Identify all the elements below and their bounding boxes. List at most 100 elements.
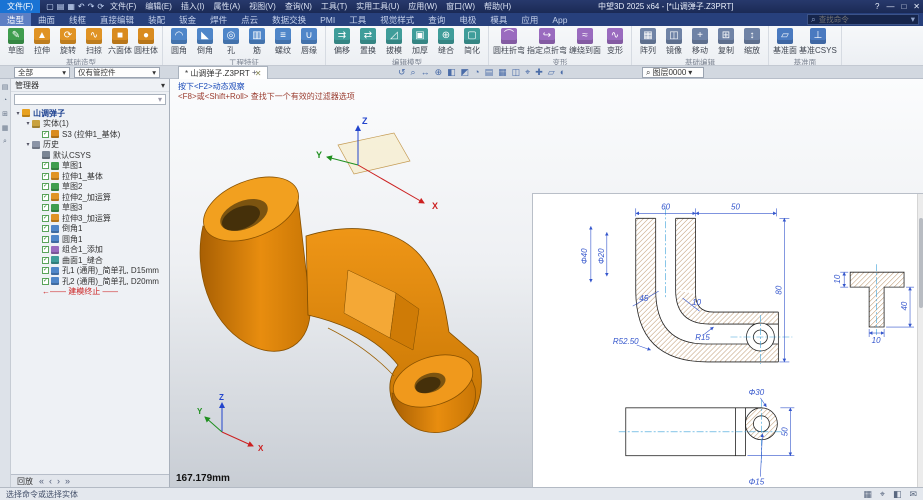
save-icon[interactable]: ▦ xyxy=(67,0,75,13)
manager-filter-box[interactable]: ▾ xyxy=(14,94,166,105)
ribbon-item-rib[interactable]: ▥ 筋 xyxy=(244,27,270,56)
scope-filter-combo[interactable]: 仅有管控件 ▾ xyxy=(74,67,160,78)
play-last-icon[interactable]: » xyxy=(65,476,70,486)
expander-icon[interactable]: ▾ xyxy=(14,110,22,117)
manager-tab-icon[interactable]: ▤ xyxy=(2,83,9,91)
ribbon-item-thicken[interactable]: ▣ 加厚 xyxy=(407,27,433,56)
history-tab-icon[interactable]: ◔ xyxy=(3,97,7,104)
section-view-icon[interactable]: ▤ xyxy=(485,66,494,79)
menu-帮助(H)[interactable]: 帮助(H) xyxy=(484,1,511,12)
orbit-icon[interactable]: ↺ xyxy=(398,66,406,79)
ribbon-tab-线框[interactable]: 线框 xyxy=(62,13,93,26)
play-back-icon[interactable]: ‹ xyxy=(49,476,52,486)
ribbon-item-chamfer[interactable]: ◣ 倒角 xyxy=(192,27,218,56)
checkbox-checked-icon[interactable]: ✓ xyxy=(42,225,49,233)
menu-应用(W)[interactable]: 应用(W) xyxy=(408,1,437,12)
ribbon-tab-装配[interactable]: 装配 xyxy=(141,13,172,26)
new-file-icon[interactable]: ▢ xyxy=(46,0,54,13)
ribbon-item-datum-plane[interactable]: ▱ 基准面 xyxy=(772,27,798,56)
ribbon-item-revolve[interactable]: ⟳ 旋转 xyxy=(55,27,81,56)
find-tab-icon[interactable]: ⌕ xyxy=(3,138,7,146)
tree-root[interactable]: ▾ 山调弹子 xyxy=(11,108,169,119)
plane-display-icon[interactable]: ▱ xyxy=(548,66,555,79)
search-input[interactable] xyxy=(818,15,908,24)
entity-filter-combo[interactable]: 全部 ▾ xyxy=(14,67,70,78)
drawing-scrollbar[interactable] xyxy=(917,194,923,487)
new-tab-button[interactable]: + xyxy=(252,68,257,77)
grid-toggle-icon[interactable]: ▦ xyxy=(863,489,872,499)
display-toggle-icon[interactable]: ◧ xyxy=(893,489,902,499)
manager-options-icon[interactable]: ▾ xyxy=(161,81,165,90)
multi-view-icon[interactable]: ◫ xyxy=(512,66,521,79)
history-folder[interactable]: ▾ 历史 xyxy=(11,140,169,151)
ribbon-tab-查询[interactable]: 查询 xyxy=(421,13,452,26)
checkbox-checked-icon[interactable]: ✓ xyxy=(42,214,49,222)
checkbox-checked-icon[interactable]: ✓ xyxy=(42,256,49,264)
hole-item[interactable]: ✓ 孔2 (通用)_简单孔, D20mm xyxy=(11,276,169,287)
ribbon-item-scale[interactable]: ↕ 缩放 xyxy=(739,27,765,56)
close-icon[interactable]: ✕ xyxy=(913,0,920,13)
ribbon-item-offset[interactable]: ⇉ 偏移 xyxy=(329,27,355,56)
sketch-item[interactable]: ✓ 草图1 xyxy=(11,161,169,172)
ribbon-item-cylindrical-bend[interactable]: ⌒ 圆柱折弯 xyxy=(492,27,526,56)
help-icon[interactable]: ? xyxy=(875,0,879,13)
undo-icon[interactable]: ↶ xyxy=(78,0,85,13)
feature-item[interactable]: ✓ 组合1_添加 xyxy=(11,245,169,256)
layer-tab-icon[interactable]: ▦ xyxy=(2,124,9,132)
viewport-3d[interactable]: 按下<F2>动态观察 <F8>或<Shift+Roll> 查找下一个有效的过滤器… xyxy=(170,79,923,487)
ribbon-item-box[interactable]: ■ 六面体 xyxy=(107,27,133,56)
ribbon-tab-电极[interactable]: 电极 xyxy=(452,13,483,26)
ribbon-item-cylinder[interactable]: ● 圆柱体 xyxy=(133,27,159,56)
ribbon-tab-视觉样式[interactable]: 视觉样式 xyxy=(373,13,421,26)
checkbox-checked-icon[interactable]: ✓ xyxy=(42,183,49,191)
target-point-icon[interactable]: ⌖ xyxy=(525,66,530,79)
ribbon-tab-造型[interactable]: 造型 xyxy=(0,13,32,26)
checkbox-checked-icon[interactable]: ✓ xyxy=(42,235,49,243)
pick-filter-icon[interactable]: ⌖ xyxy=(880,489,885,499)
ribbon-item-sew[interactable]: ⊕ 缝合 xyxy=(433,27,459,56)
feature-item[interactable]: ✓ 曲面1_缝合 xyxy=(11,255,169,266)
drawing-panel[interactable]: 60 50 Φ40 Φ20 45 10 80 R52.50 R15 10 40 … xyxy=(532,193,923,487)
ribbon-item-lip[interactable]: ∪ 唇缘 xyxy=(296,27,322,56)
ribbon-tab-工具[interactable]: 工具 xyxy=(342,13,373,26)
ribbon-item-fillet[interactable]: ◠ 圆角 xyxy=(166,27,192,56)
ribbon-tab-钣金[interactable]: 钣金 xyxy=(172,13,203,26)
scrollbar-thumb[interactable] xyxy=(918,218,923,308)
menu-属性(A)[interactable]: 属性(A) xyxy=(213,1,240,12)
layer-combo[interactable]: ⌕ 图层0000 ▾ xyxy=(642,67,704,78)
menu-文件(F)[interactable]: 文件(F) xyxy=(110,1,136,12)
sketch-item[interactable]: ✓ 草图3 xyxy=(11,203,169,214)
ribbon-item-sweep[interactable]: ∿ 扫掠 xyxy=(81,27,107,56)
menu-实用工具(U)[interactable]: 实用工具(U) xyxy=(356,1,399,12)
datum-plane[interactable] xyxy=(337,132,411,175)
feature-item[interactable]: ✓ 圆角1 xyxy=(11,234,169,245)
wireframe-icon[interactable]: ◩ xyxy=(461,66,470,79)
command-search[interactable]: ⌕ ▾ xyxy=(807,14,919,25)
shade-mode-icon[interactable]: ◧ xyxy=(447,66,456,79)
ribbon-item-replace[interactable]: ⇄ 置换 xyxy=(355,27,381,56)
csys-item[interactable]: 默认CSYS xyxy=(11,150,169,161)
ribbon-item-morph[interactable]: ∿ 变形 xyxy=(602,27,628,56)
ribbon-tab-模具[interactable]: 模具 xyxy=(483,13,514,26)
ribbon-item-simplify[interactable]: ▢ 简化 xyxy=(459,27,485,56)
ribbon-item-draft[interactable]: ◿ 拔模 xyxy=(381,27,407,56)
play-first-icon[interactable]: « xyxy=(39,476,44,486)
menu-插入(I)[interactable]: 插入(I) xyxy=(181,1,205,12)
sketch-item[interactable]: ✓ 草图2 xyxy=(11,182,169,193)
menu-查询(N)[interactable]: 查询(N) xyxy=(285,1,312,12)
open-file-icon[interactable]: ▤ xyxy=(57,0,65,13)
ribbon-tab-PMI[interactable]: PMI xyxy=(313,13,342,26)
feature-item[interactable]: ✓ 拉伸3_加运算 xyxy=(11,213,169,224)
history-stop[interactable]: ←—— 建模终止 —— xyxy=(11,287,169,298)
ribbon-item-copy[interactable]: ⊞ 复制 xyxy=(713,27,739,56)
regen-icon[interactable]: ⟳ xyxy=(97,0,104,13)
ribbon-tab-数据交换[interactable]: 数据交换 xyxy=(265,13,313,26)
checkbox-checked-icon[interactable]: ✓ xyxy=(42,277,49,285)
ribbon-item-thread[interactable]: ≡ 螺纹 xyxy=(270,27,296,56)
ribbon-tab-App[interactable]: App xyxy=(545,13,574,26)
ribbon-tab-应用[interactable]: 应用 xyxy=(514,13,545,26)
checkbox-checked-icon[interactable]: ✓ xyxy=(42,172,49,180)
checkbox-checked-icon[interactable]: ✓ xyxy=(42,246,49,254)
expander-icon[interactable]: ▾ xyxy=(24,141,32,148)
add-view-icon[interactable]: ✚ xyxy=(535,66,543,79)
